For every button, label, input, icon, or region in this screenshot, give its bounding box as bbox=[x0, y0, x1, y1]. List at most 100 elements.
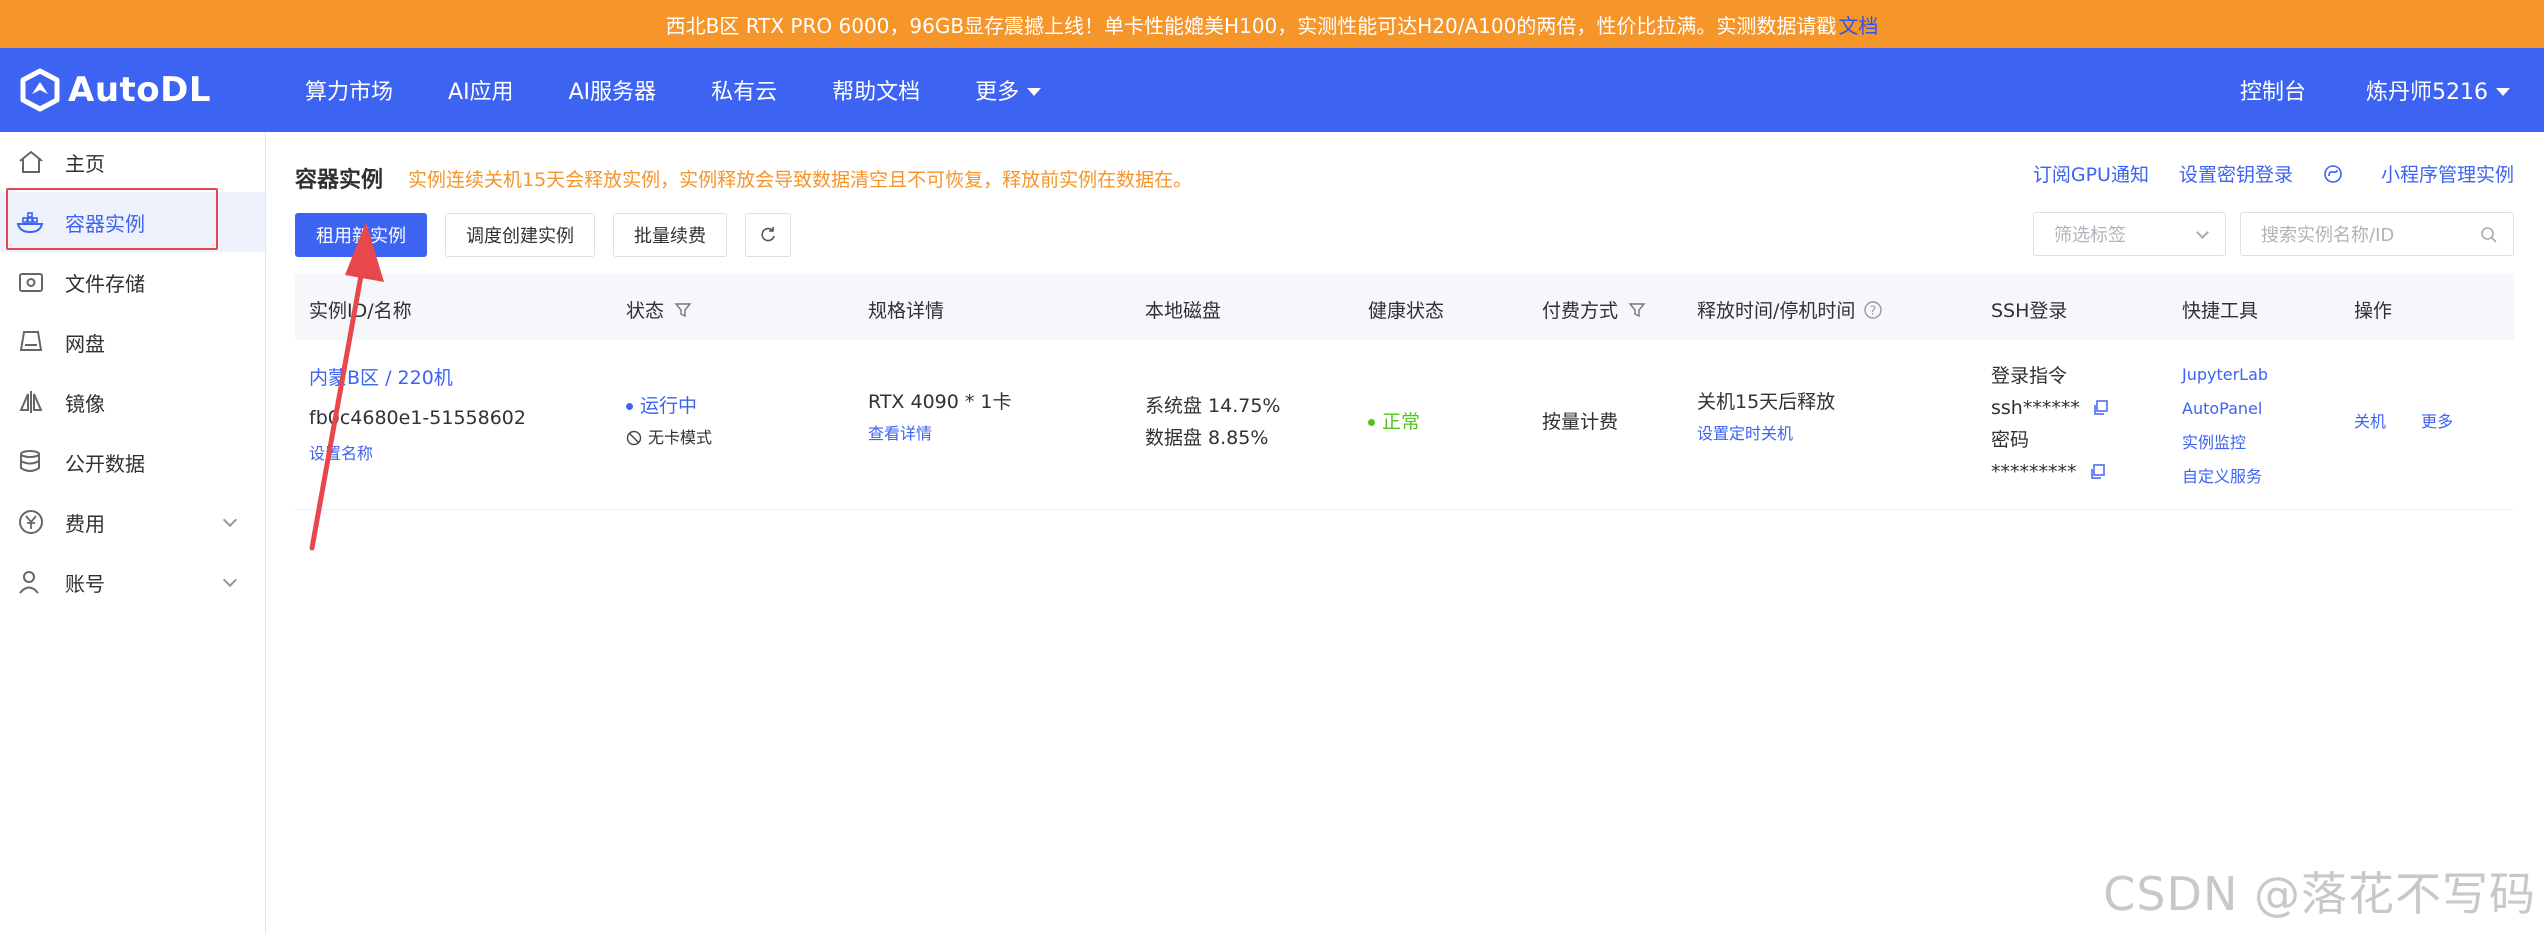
container-icon bbox=[16, 207, 46, 237]
chevron-down-icon bbox=[2196, 226, 2209, 239]
console-link[interactable]: 控制台 bbox=[2240, 74, 2306, 106]
sidebar-item-billing[interactable]: 费用 bbox=[0, 492, 265, 552]
toolbar: 租用新实例 调度创建实例 批量续费 bbox=[295, 212, 809, 258]
release-policy: 关机15天后释放 bbox=[1697, 391, 1836, 413]
subscribe-gpu-link[interactable]: 订阅GPU通知 bbox=[2033, 160, 2149, 187]
instance-region-name-link[interactable]: 内蒙B区 / 220机 bbox=[309, 362, 526, 394]
health-dot-icon bbox=[1368, 419, 1375, 426]
table-header: 实例ID/名称 状态 规格详情 本地磁盘 健康状态 付费方式 释放时间/停机时间… bbox=[295, 274, 2514, 340]
th-status[interactable]: 状态 bbox=[626, 296, 692, 323]
nav-item-ai-app[interactable]: AI应用 bbox=[448, 74, 514, 106]
tag-filter-select[interactable]: 筛选标签 bbox=[2033, 212, 2226, 256]
sidebar-item-account[interactable]: 账号 bbox=[0, 552, 265, 612]
th-health: 健康状态 bbox=[1368, 300, 1445, 322]
nav-item-ai-server[interactable]: AI服务器 bbox=[569, 74, 657, 106]
mode-label: 无卡模式 bbox=[648, 428, 713, 447]
filter-icon bbox=[1628, 302, 1646, 317]
announcement-doc-link[interactable]: 文档 bbox=[1838, 10, 1878, 39]
sidebar-item-file-storage[interactable]: 文件存储 bbox=[0, 252, 265, 312]
image-icon bbox=[16, 387, 46, 417]
set-timer-link[interactable]: 设置定时关机 bbox=[1697, 418, 1835, 450]
th-release-label: 释放时间/停机时间 bbox=[1697, 300, 1856, 322]
search-icon bbox=[2481, 227, 2497, 243]
nav-menu: 算力市场 AI应用 AI服务器 私有云 帮助文档 更多 bbox=[305, 48, 1096, 132]
main-content: 容器实例 实例连续关机15天会释放实例，实例释放会导致数据清空且不可恢复，释放前… bbox=[295, 132, 2544, 934]
instance-search-input[interactable]: 搜索实例名称/ID bbox=[2240, 212, 2514, 256]
table-row: 内蒙B区 / 220机 fb0c4680e1-51558602 设置名称 运行中… bbox=[295, 340, 2514, 510]
th-instance-id: 实例ID/名称 bbox=[309, 300, 412, 322]
nav-item-market[interactable]: 算力市场 bbox=[305, 74, 393, 106]
sidebar-item-label: 文件存储 bbox=[65, 271, 145, 296]
th-spec: 规格详情 bbox=[868, 300, 945, 322]
miniprogram-label: 小程序管理实例 bbox=[2380, 164, 2514, 186]
sidebar-item-label: 主页 bbox=[65, 151, 105, 176]
batch-renew-button[interactable]: 批量续费 bbox=[613, 213, 727, 257]
chevron-down-icon bbox=[222, 572, 238, 588]
spec-detail-link[interactable]: 查看详情 bbox=[868, 418, 1012, 450]
tool-custom-service-link[interactable]: 自定义服务 bbox=[2182, 460, 2268, 494]
announcement-bar: 西北B区 RTX PRO 6000，96GB显存震撼上线！单卡性能媲美H100，… bbox=[0, 0, 2544, 48]
status-label: 运行中 bbox=[640, 395, 698, 417]
password-label: 密码 bbox=[1991, 429, 2030, 451]
copy-icon[interactable] bbox=[2092, 399, 2110, 417]
th-billing[interactable]: 付费方式 bbox=[1542, 296, 1646, 323]
password-masked: ********* bbox=[1991, 461, 2077, 483]
ban-icon bbox=[626, 430, 642, 446]
caret-down-icon bbox=[1027, 87, 1042, 96]
ssh-command: ssh****** bbox=[1991, 397, 2080, 419]
sidebar-item-label: 镜像 bbox=[65, 391, 105, 416]
tool-monitor-link[interactable]: 实例监控 bbox=[2182, 426, 2268, 460]
yuan-icon bbox=[16, 507, 46, 537]
sidebar-item-label: 费用 bbox=[65, 511, 105, 536]
caret-down-icon bbox=[2496, 87, 2510, 96]
sidebar-item-netdisk[interactable]: 网盘 bbox=[0, 312, 265, 372]
release-warning: 实例连续关机15天会释放实例，实例释放会导致数据清空且不可恢复，释放前实例在数据… bbox=[408, 169, 1193, 191]
announcement-text: 西北B区 RTX PRO 6000，96GB显存震撼上线！单卡性能媲美H100，… bbox=[665, 13, 1837, 38]
sidebar-item-home[interactable]: 主页 bbox=[0, 132, 265, 192]
tool-autopanel-link[interactable]: AutoPanel bbox=[2182, 392, 2268, 426]
nav-item-help-docs[interactable]: 帮助文档 bbox=[832, 74, 920, 106]
autodl-logo-icon bbox=[20, 68, 60, 112]
svg-text:?: ? bbox=[1870, 303, 1876, 317]
refresh-button[interactable] bbox=[745, 213, 791, 257]
database-icon bbox=[16, 447, 46, 477]
th-actions: 操作 bbox=[2354, 300, 2393, 322]
top-navbar: AutoDL 算力市场 AI应用 AI服务器 私有云 帮助文档 更多 控制台 炼… bbox=[0, 48, 2544, 132]
sidebar-item-label: 账号 bbox=[65, 571, 105, 596]
page-title: 容器实例 bbox=[295, 168, 384, 193]
spec-gpu: RTX 4090 * 1卡 bbox=[868, 391, 1012, 413]
set-name-link[interactable]: 设置名称 bbox=[309, 438, 526, 470]
sidebar-item-label: 公开数据 bbox=[65, 451, 145, 476]
miniprogram-link[interactable]: 小程序管理实例 bbox=[2323, 160, 2514, 187]
watermark: CSDN @落花不写码 bbox=[2103, 867, 2536, 921]
logo[interactable]: AutoDL bbox=[18, 68, 211, 112]
no-gpu-mode: 无卡模式 bbox=[626, 422, 712, 454]
nav-item-more-label: 更多 bbox=[975, 80, 1020, 105]
search-placeholder: 搜索实例名称/ID bbox=[2261, 225, 2395, 246]
miniprogram-icon bbox=[2324, 164, 2342, 183]
ssh-key-login-link[interactable]: 设置密钥登录 bbox=[2179, 160, 2293, 187]
schedule-create-button[interactable]: 调度创建实例 bbox=[445, 213, 595, 257]
copy-icon[interactable] bbox=[2089, 463, 2107, 481]
nav-item-private-cloud[interactable]: 私有云 bbox=[711, 74, 777, 106]
sidebar-item-containers[interactable]: 容器实例 bbox=[0, 192, 265, 252]
top-links: 订阅GPU通知 设置密钥登录 小程序管理实例 bbox=[2003, 160, 2514, 187]
home-icon bbox=[16, 147, 46, 177]
data-disk-usage: 数据盘 8.85% bbox=[1145, 427, 1269, 449]
nav-item-more[interactable]: 更多 bbox=[975, 74, 1042, 106]
tool-jupyterlab-link[interactable]: JupyterLab bbox=[2182, 358, 2268, 392]
shutdown-button[interactable]: 关机 bbox=[2354, 412, 2386, 431]
storage-icon bbox=[16, 267, 46, 297]
sidebar: 主页 容器实例 文件存储 网盘 镜像 公开数据 费用 账号 bbox=[0, 132, 266, 934]
more-actions-button[interactable]: 更多 bbox=[2421, 412, 2453, 431]
sidebar-item-public-data[interactable]: 公开数据 bbox=[0, 432, 265, 492]
user-menu[interactable]: 炼丹师5216 bbox=[2366, 74, 2510, 106]
sidebar-item-images[interactable]: 镜像 bbox=[0, 372, 265, 432]
sidebar-item-label: 容器实例 bbox=[65, 211, 145, 236]
user-icon bbox=[16, 567, 46, 597]
tag-filter-placeholder: 筛选标签 bbox=[2054, 225, 2126, 246]
system-disk-usage: 系统盘 14.75% bbox=[1145, 395, 1281, 417]
help-icon[interactable]: ? bbox=[1863, 300, 1883, 320]
sidebar-item-label: 网盘 bbox=[65, 331, 105, 356]
rent-new-instance-button[interactable]: 租用新实例 bbox=[295, 213, 427, 257]
